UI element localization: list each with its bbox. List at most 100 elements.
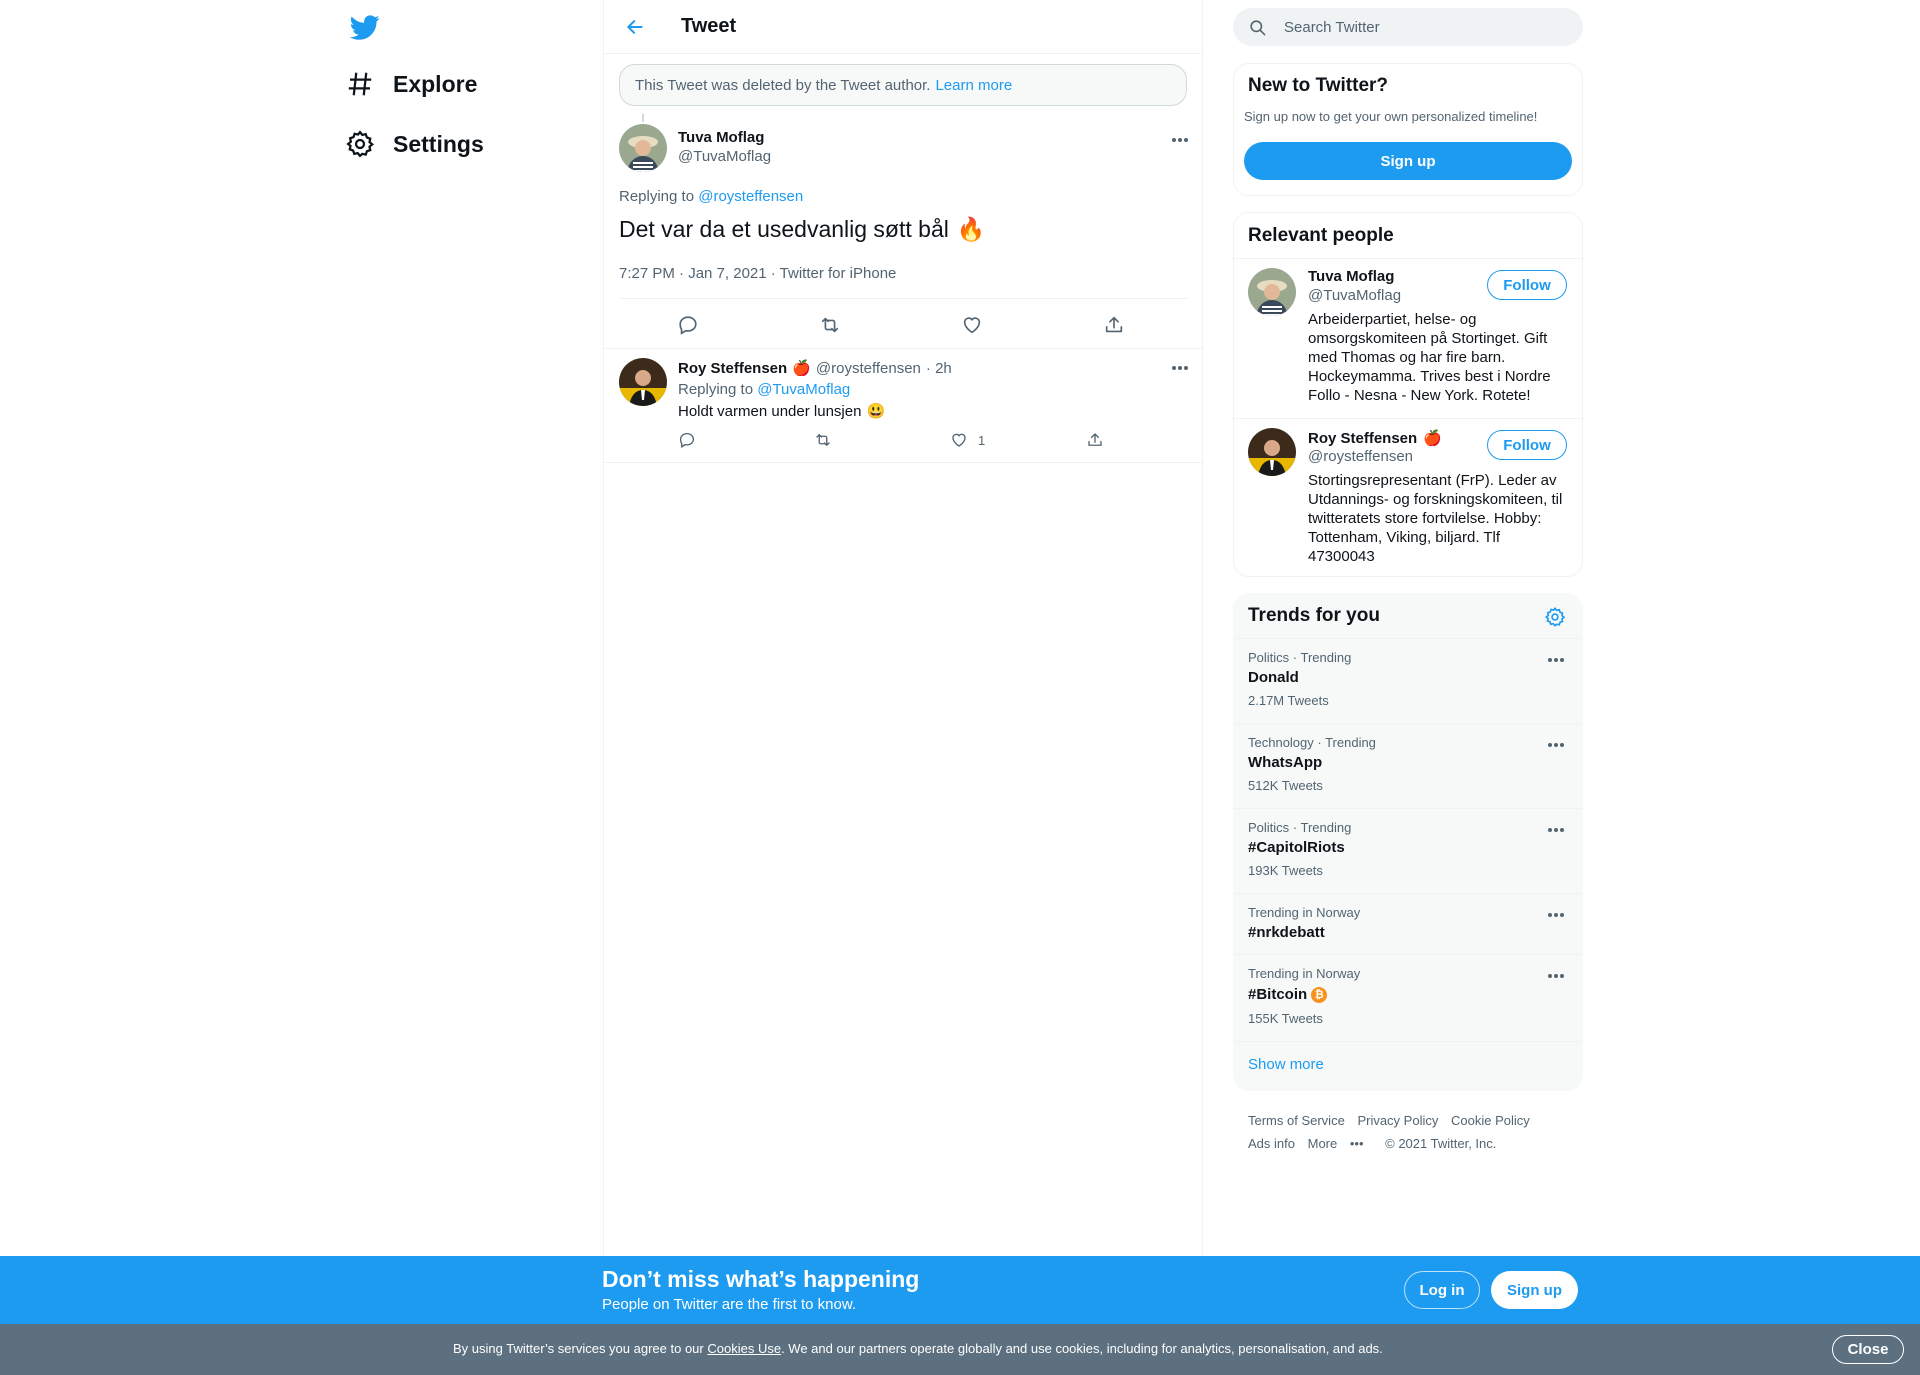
more-dots-icon: ••• (1349, 1136, 1364, 1151)
nav-settings[interactable]: Settings (345, 124, 484, 164)
more-link[interactable]: More ••• (1308, 1136, 1373, 1151)
deleted-notice-text: This Tweet was deleted by the Tweet auth… (635, 76, 931, 94)
signup-banner: Don’t miss what’s happening People on Tw… (0, 1256, 1920, 1324)
thread-connector (642, 114, 644, 122)
more-options-icon[interactable] (1172, 138, 1188, 142)
search-input[interactable] (1284, 18, 1564, 36)
reply-button[interactable] (675, 312, 701, 338)
author-name[interactable]: Tuva Moflag (678, 129, 764, 146)
replying-to: Replying to @TuvaMoflag (678, 381, 850, 398)
trend-category: Trending in Norway (1248, 966, 1361, 981)
trend-name-text: #CapitolRiots (1248, 839, 1345, 856)
trend-item[interactable]: Politics · Trending #CapitolRiots 193K T… (1233, 808, 1583, 893)
search-icon (1233, 18, 1267, 37)
trend-item[interactable]: Politics · Trending Donald 2.17M Tweets (1233, 638, 1583, 723)
tweet-actions (619, 312, 1189, 342)
divider (1233, 1041, 1583, 1042)
hashtag-icon (345, 69, 375, 99)
main-header: Tweet (604, 0, 1202, 54)
log-in-button[interactable]: Log in (1404, 1271, 1480, 1309)
like-button[interactable]: 1 (950, 431, 985, 449)
more-options-icon[interactable] (1548, 658, 1564, 662)
nav-settings-label: Settings (393, 130, 484, 157)
more-options-icon[interactable] (1172, 366, 1188, 370)
back-button[interactable] (615, 7, 655, 47)
more-options-icon[interactable] (1548, 828, 1564, 832)
trend-name-text: #Bitcoin (1248, 986, 1308, 1003)
trend-count: 512K Tweets (1248, 778, 1323, 793)
nav-explore[interactable]: Explore (345, 64, 477, 104)
tweet-source[interactable]: Twitter for iPhone (780, 265, 897, 282)
person-name-text: Roy Steffensen (1308, 429, 1418, 447)
new-to-twitter-subtitle: Sign up now to get your own personalized… (1244, 109, 1538, 124)
reply-text-body: Holdt varmen under lunsjen (678, 402, 862, 420)
reply-time[interactable]: · 2h (926, 360, 952, 377)
like-button[interactable] (959, 312, 985, 338)
gear-icon (345, 129, 375, 159)
gear-icon[interactable] (1544, 606, 1566, 628)
cookie-policy-link[interactable]: Cookie Policy (1451, 1113, 1530, 1128)
close-button[interactable]: Close (1832, 1335, 1904, 1364)
trends-title: Trends for you (1248, 605, 1380, 626)
retweet-button[interactable] (817, 312, 843, 338)
follow-button[interactable]: Follow (1487, 270, 1567, 300)
replying-to-link[interactable]: @TuvaMoflag (757, 381, 850, 398)
banner-title: Don’t miss what’s happening (602, 1266, 920, 1292)
learn-more-link[interactable]: Learn more (935, 77, 1012, 94)
trend-item[interactable]: Trending in Norway #nrkdebatt (1233, 893, 1583, 954)
terms-link[interactable]: Terms of Service (1248, 1113, 1345, 1128)
share-icon (1086, 431, 1104, 449)
follow-button[interactable]: Follow (1487, 430, 1567, 460)
more-options-icon[interactable] (1548, 913, 1564, 917)
banner-sign-up-button[interactable]: Sign up (1491, 1271, 1578, 1309)
footer-links: Terms of Service Privacy Policy Cookie P… (1248, 1109, 1578, 1155)
trend-item[interactable]: Technology · Trending WhatsApp 512K Twee… (1233, 723, 1583, 808)
trend-item[interactable]: Trending in Norway #Bitcoin ₿ 155K Tweet… (1233, 954, 1583, 1041)
trend-count: 2.17M Tweets (1248, 693, 1329, 708)
share-button[interactable] (1086, 431, 1104, 449)
author-name[interactable]: Roy Steffensen (678, 360, 787, 377)
replying-to-link[interactable]: @roysteffensen (698, 188, 803, 205)
search-box[interactable] (1233, 8, 1583, 46)
replying-to: Replying to @roysteffensen (619, 188, 803, 205)
share-button[interactable] (1101, 312, 1127, 338)
avatar[interactable] (619, 358, 667, 406)
person-bio: Stortingsrepresentant (FrP). Leder av Ut… (1308, 472, 1563, 565)
more-options-icon[interactable] (1548, 974, 1564, 978)
tweet-meta: 7:27 PM · Jan 7, 2021 · Twitter for iPho… (619, 265, 897, 282)
cookie-suffix: . We and our partners operate globally a… (781, 1341, 1383, 1356)
retweet-button[interactable] (814, 431, 832, 449)
heart-icon (961, 314, 983, 336)
person-name[interactable]: Roy Steffensen 🍎 (1308, 429, 1442, 448)
twitter-logo-icon[interactable] (348, 12, 382, 42)
person-bio: Arbeiderpartiet, helse- og omsorgskomite… (1308, 311, 1551, 404)
more-options-icon[interactable] (1548, 743, 1564, 747)
like-count: 1 (978, 432, 986, 448)
reply-header: Roy Steffensen 🍎 @roysteffensen · 2h (678, 359, 952, 378)
retweet-icon (819, 314, 841, 336)
cookies-use-link[interactable]: Cookies Use (707, 1341, 781, 1356)
reply-tweet[interactable]: Roy Steffensen 🍎 @roysteffensen · 2h Rep… (604, 349, 1204, 463)
person-name[interactable]: Tuva Moflag (1308, 268, 1394, 285)
reply-button[interactable] (678, 431, 696, 449)
trend-name: #CapitolRiots (1248, 839, 1345, 856)
new-to-twitter-title: New to Twitter? (1248, 75, 1389, 96)
trend-category: Politics · Trending (1248, 820, 1352, 835)
person-handle[interactable]: @roysteffensen (1308, 448, 1413, 465)
avatar[interactable] (1248, 428, 1296, 476)
person-name-text: Tuva Moflag (1308, 268, 1395, 285)
trend-name-text: Donald (1248, 669, 1299, 686)
sign-up-button[interactable]: Sign up (1244, 142, 1572, 180)
ads-info-link[interactable]: Ads info (1248, 1136, 1295, 1151)
avatar[interactable] (1248, 268, 1296, 316)
show-more-link[interactable]: Show more (1248, 1056, 1324, 1073)
author-handle[interactable]: @roysteffensen (816, 360, 921, 377)
person-handle[interactable]: @TuvaMoflag (1308, 287, 1401, 304)
author-handle[interactable]: @TuvaMoflag (678, 148, 771, 165)
avatar[interactable] (619, 124, 667, 172)
trend-name: Donald (1248, 669, 1299, 686)
privacy-link[interactable]: Privacy Policy (1357, 1113, 1438, 1128)
apple-badge-icon: 🍎 (1423, 430, 1442, 447)
retweet-icon (814, 431, 832, 449)
tweet-timestamp[interactable]: 7:27 PM · Jan 7, 2021 (619, 265, 767, 282)
